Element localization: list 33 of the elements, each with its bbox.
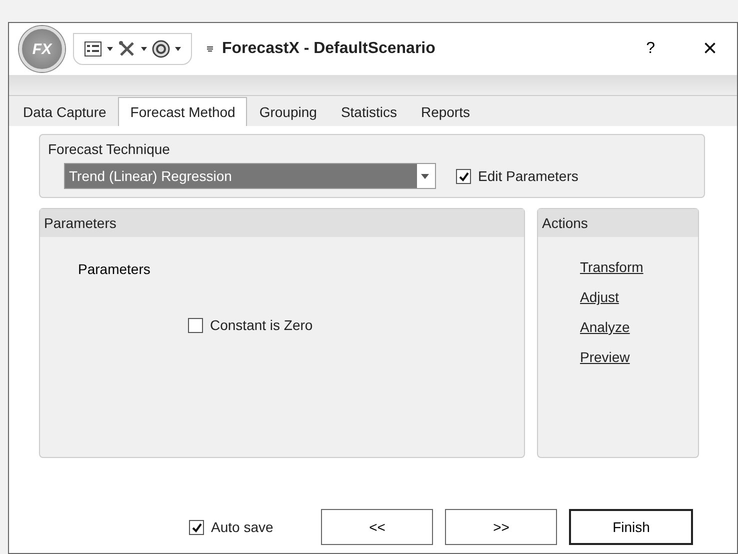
customize-icon[interactable] [206, 45, 214, 53]
check-icon [458, 170, 469, 182]
tab[interactable]: Grouping [247, 97, 329, 126]
close-button[interactable]: × [692, 35, 727, 63]
caret-icon[interactable] [175, 47, 181, 51]
constant-is-zero-checkbox[interactable]: Constant is Zero [188, 317, 524, 333]
auto-save-checkbox[interactable]: Auto save [189, 519, 274, 535]
nav-button[interactable]: >> [445, 509, 558, 545]
tab[interactable]: Forecast Method [118, 97, 248, 126]
technique-dropdown[interactable]: Trend (Linear) Regression [64, 163, 436, 189]
action-link[interactable]: Preview [580, 349, 630, 365]
tab[interactable]: Reports [408, 97, 482, 126]
caret-icon[interactable] [107, 47, 113, 51]
action-link[interactable]: Adjust [580, 289, 619, 305]
action-link[interactable]: Transform [580, 259, 644, 275]
help-button[interactable]: ? [636, 40, 665, 58]
edit-parameters-checkbox[interactable]: Edit Parameters [456, 168, 578, 184]
action-link[interactable]: Analyze [580, 319, 630, 335]
parameters-label: Parameters [78, 261, 152, 277]
help-icon[interactable] [152, 40, 170, 58]
tools-icon[interactable] [118, 40, 136, 58]
list-icon[interactable] [84, 41, 102, 57]
nav-button[interactable]: << [321, 509, 434, 545]
check-icon [191, 522, 202, 532]
panel-title: Forecast Technique [48, 141, 171, 157]
nav-button[interactable]: Finish [569, 509, 694, 545]
caret-icon[interactable] [141, 47, 147, 51]
tab[interactable]: Data Capture [11, 97, 118, 126]
panel-title: Parameters [40, 209, 524, 237]
window-title: ForecastX - DefaultScenario [222, 40, 436, 58]
tab[interactable]: Statistics [328, 97, 409, 126]
panel-title: Actions [538, 209, 698, 237]
caret-icon[interactable] [421, 174, 429, 178]
